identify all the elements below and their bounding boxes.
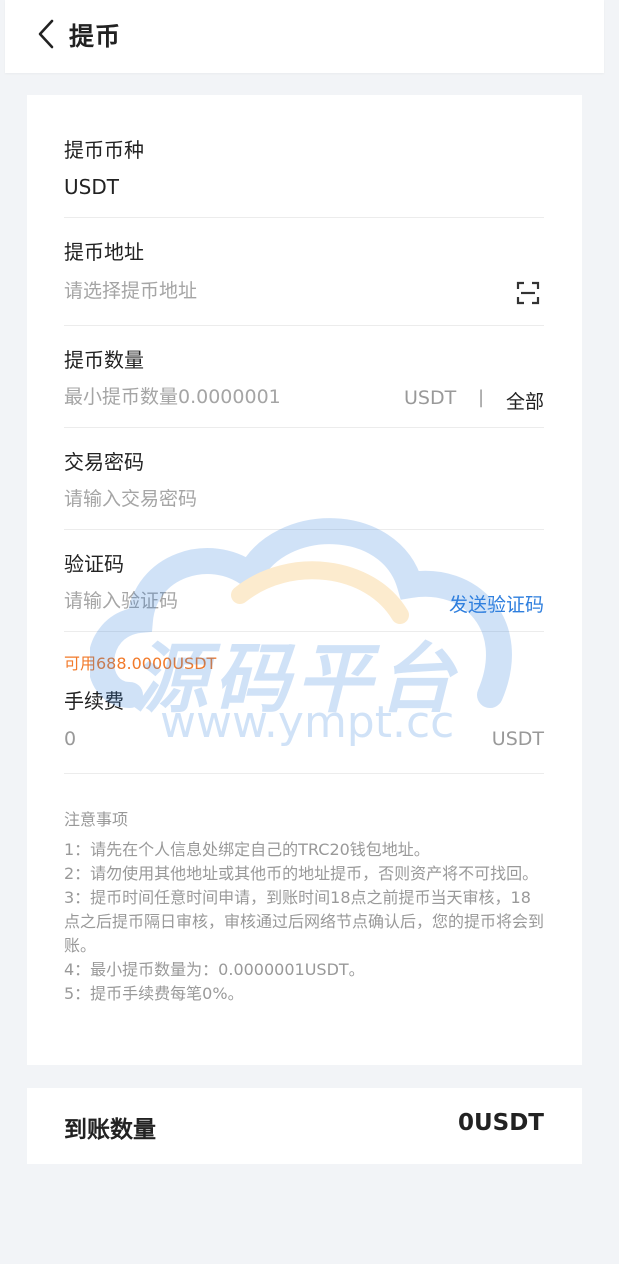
note-item: 1：请先在个人信息处绑定自己的TRC20钱包地址。 <box>64 840 430 859</box>
note-item: 2：请勿使用其他地址或其他币的地址提币，否则资产将不可找回。 <box>64 864 539 883</box>
notes-title: 注意事项 <box>64 810 129 829</box>
chevron-left-icon <box>38 19 54 49</box>
back-button[interactable] <box>31 18 61 50</box>
password-label: 交易密码 <box>64 450 144 474</box>
coin-label: 提币币种 <box>64 138 144 162</box>
note-item: 4：最小提币数量为：0.0000001USDT。 <box>64 960 365 979</box>
receive-amount-value: 0USDT <box>457 1110 544 1136</box>
receive-amount-label: 到账数量 <box>64 1117 156 1143</box>
coin-value[interactable]: USDT <box>64 175 119 199</box>
notes-list: 1：请先在个人信息处绑定自己的TRC20钱包地址。 2：请勿使用其他地址或其他币… <box>64 838 546 1006</box>
amount-divider: | <box>478 387 485 408</box>
amount-input[interactable] <box>64 386 384 408</box>
fee-value: 0 <box>64 728 77 750</box>
scan-button[interactable] <box>516 281 540 305</box>
amount-label: 提币数量 <box>64 348 144 372</box>
password-input[interactable] <box>64 488 384 510</box>
note-item: 3：提币时间任意时间申请，到账时间18点之前提币当天审核，18点之后提币隔日审核… <box>64 888 545 955</box>
amount-unit: USDT <box>404 387 457 409</box>
fee-unit: USDT <box>491 728 544 750</box>
page-title: 提币 <box>69 22 122 51</box>
top-bar: 提币 <box>5 0 604 73</box>
note-item: 5：提币手续费每笔0%。 <box>64 984 244 1003</box>
fee-label: 手续费 <box>64 689 124 713</box>
send-code-button[interactable]: 发送验证码 <box>449 590 544 617</box>
code-row: 验证码 发送验证码 <box>64 529 544 632</box>
available-balance: 可用688.0000USDT <box>64 654 217 673</box>
receive-summary-card: 到账数量 0USDT <box>27 1088 582 1164</box>
coin-row: 提币币种 USDT <box>64 131 544 218</box>
all-button[interactable]: 全部 <box>506 387 544 414</box>
code-label: 验证码 <box>64 552 124 576</box>
code-input[interactable] <box>64 590 384 612</box>
fee-row: 手续费 0 USDT <box>64 681 544 774</box>
password-row: 交易密码 <box>64 427 544 530</box>
address-row: 提币地址 <box>64 217 544 326</box>
scan-icon <box>516 281 540 305</box>
amount-row: 提币数量 USDT | 全部 <box>64 325 544 428</box>
address-input[interactable] <box>64 280 384 302</box>
address-label: 提币地址 <box>64 240 144 264</box>
